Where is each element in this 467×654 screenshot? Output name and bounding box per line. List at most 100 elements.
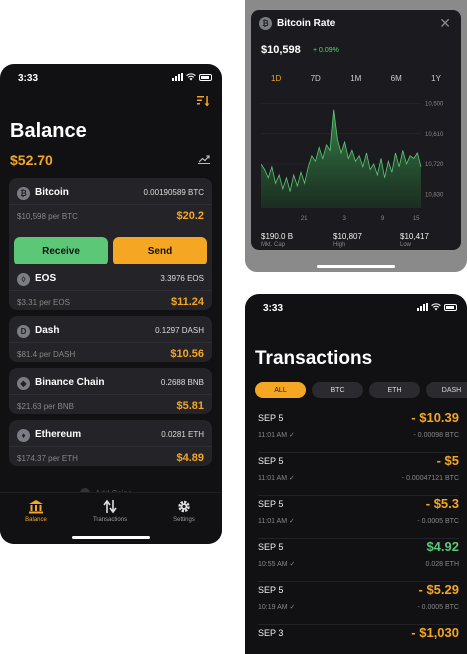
tab-label: Balance	[25, 517, 47, 523]
tx-date: SEP 5	[258, 499, 284, 509]
coin-holding: 0.2688 BNB	[160, 378, 204, 387]
x-tick-label: 15	[413, 216, 420, 222]
close-icon[interactable]: ✕	[439, 15, 451, 32]
eos-icon: ◊	[17, 273, 30, 286]
price-chart[interactable]: 10,830 10,720 10,610 10,500 21 3 9 15	[261, 96, 453, 226]
balance-screen: 3:33 Balance $52.70 ₿ Bitcoin 0.00190589…	[0, 64, 222, 544]
divider	[9, 446, 212, 447]
transaction-row[interactable]: SEP 5 11:01 AM ✓ - $10.39 - 0.00098 BTC	[258, 410, 459, 453]
coin-card-binance[interactable]: ◆ Binance Chain 0.2688 BNB $21.63 per BN…	[9, 368, 212, 414]
tx-crypto-amount: - 0.0005 BTC	[417, 604, 459, 611]
tx-date: SEP 5	[258, 413, 284, 423]
coin-value: $4.89	[176, 452, 204, 464]
transfer-arrows-icon	[103, 499, 117, 514]
gear-icon	[178, 500, 190, 513]
divider	[9, 342, 212, 343]
checkmark-icon: ✓	[289, 604, 296, 611]
coin-rate: $10,598 per BTC	[17, 212, 78, 221]
tx-crypto-amount: - 0.00047121 BTC	[401, 475, 459, 482]
bitcoin-icon: ₿	[17, 187, 30, 200]
status-time: 3:33	[18, 73, 39, 84]
transaction-row[interactable]: SEP 5 11:01 AM ✓ - $5.3 - 0.0005 BTC	[258, 496, 459, 539]
coin-holding: 0.1297 DASH	[155, 326, 204, 335]
transaction-row[interactable]: SEP 5 10:19 AM ✓ - $5.29 - 0.0005 BTC	[258, 582, 459, 625]
coin-name: Dash	[35, 325, 60, 336]
coin-value: $10.56	[170, 348, 204, 360]
page-title: Balance	[10, 120, 87, 142]
tx-amount: $4.92	[426, 539, 459, 554]
y-tick-label: 10,500	[425, 102, 444, 108]
signal-icon	[172, 73, 183, 81]
tx-time: 10:55 AM ✓	[258, 561, 296, 568]
y-tick-label: 10,610	[425, 132, 444, 138]
filter-eth[interactable]: ETH	[369, 382, 420, 398]
checkmark-icon: ✓	[289, 432, 295, 439]
period-1y[interactable]: 1Y	[431, 74, 441, 83]
stat-high: $10,807 High	[333, 232, 362, 248]
y-tick-label: 10,830	[425, 192, 444, 198]
divider	[9, 290, 212, 291]
transaction-row[interactable]: SEP 5 10:55 AM ✓ $4.92 0.028 ETH	[258, 539, 459, 582]
tab-label: Transactions	[92, 517, 128, 523]
tab-balance[interactable]: Balance	[6, 499, 66, 523]
tab-settings[interactable]: Settings	[154, 499, 214, 523]
total-balance: $52.70	[10, 152, 53, 168]
period-7d[interactable]: 7D	[311, 74, 321, 83]
filter-dash[interactable]: DASH	[426, 382, 467, 398]
x-tick-label: 21	[301, 216, 308, 222]
coin-value: $20.2	[176, 210, 204, 222]
tx-amount: - $5	[436, 453, 459, 468]
tx-crypto-amount: - 0.0005 BTC	[417, 518, 459, 525]
page-title: Transactions	[255, 348, 373, 369]
tx-amount: - $5.29	[418, 582, 459, 597]
divider	[9, 204, 212, 205]
rate-title: Bitcoin Rate	[277, 18, 336, 29]
checkmark-icon: ✓	[289, 518, 295, 525]
rate-change: + 0.09%	[313, 47, 339, 54]
filter-all[interactable]: ALL	[255, 382, 306, 398]
dash-icon: D	[17, 325, 30, 338]
rate-sheet: ₿ Bitcoin Rate ✕ $10,598 + 0.09% 1D 7D 1…	[251, 10, 461, 250]
transaction-row[interactable]: SEP 5 11:01 AM ✓ - $5 - 0.00047121 BTC	[258, 453, 459, 496]
coin-rate: $21.63 per BNB	[17, 402, 74, 411]
trend-chart-icon[interactable]	[198, 154, 210, 164]
period-1m[interactable]: 1M	[350, 74, 361, 83]
divider	[9, 394, 212, 395]
tx-amount: - $1,030	[411, 625, 459, 640]
coin-holding: 3.3976 EOS	[160, 274, 204, 283]
period-1d[interactable]: 1D	[271, 74, 281, 83]
x-tick-label: 3	[343, 216, 347, 222]
stat-low: $10,417 Low	[400, 232, 429, 248]
tx-time: 11:01 AM ✓	[258, 475, 295, 482]
coin-name: EOS	[35, 273, 57, 284]
binance-icon: ◆	[17, 377, 30, 390]
signal-icon	[417, 303, 428, 311]
stat-label: Low	[400, 242, 412, 248]
filter-btc[interactable]: BTC	[312, 382, 363, 398]
tx-crypto-amount: 0.028 ETH	[425, 561, 459, 568]
receive-button[interactable]: Receive	[14, 237, 108, 266]
checkmark-icon: ✓	[289, 475, 295, 482]
coin-card-eos[interactable]: ◊ EOS 3.3976 EOS $3.31 per EOS $11.24	[9, 264, 212, 310]
period-6m[interactable]: 6M	[391, 74, 402, 83]
battery-icon	[444, 303, 457, 311]
sort-icon[interactable]	[196, 94, 210, 108]
coin-card-ethereum[interactable]: ♦ Ethereum 0.0281 ETH $174.37 per ETH $4…	[9, 420, 212, 466]
status-bar: 3:33	[0, 64, 222, 90]
coin-rate: $81.4 per DASH	[17, 350, 76, 359]
period-selector: 1D 7D 1M 6M 1Y	[261, 74, 451, 83]
home-indicator	[317, 265, 395, 268]
tx-amount: - $5.3	[425, 496, 459, 511]
tx-time: 11:01 AM ✓	[258, 518, 295, 525]
stat-value: $190.0 B	[261, 232, 294, 241]
coin-card-dash[interactable]: D Dash 0.1297 DASH $81.4 per DASH $10.56	[9, 316, 212, 362]
tab-transactions[interactable]: Transactions	[80, 499, 140, 523]
tx-amount: - $10.39	[411, 410, 459, 425]
tx-time: 11:01 AM ✓	[258, 432, 295, 439]
coin-card-bitcoin[interactable]: ₿ Bitcoin 0.00190589 BTC $10,598 per BTC…	[9, 178, 212, 276]
coin-rate: $3.31 per EOS	[17, 298, 70, 307]
filter-chips: ALL BTC ETH DASH	[255, 382, 467, 398]
transactions-screen: 3:33 Transactions ALL BTC ETH DASH SEP 5…	[245, 294, 467, 654]
tx-date: SEP 5	[258, 585, 284, 595]
send-button[interactable]: Send	[113, 237, 207, 266]
